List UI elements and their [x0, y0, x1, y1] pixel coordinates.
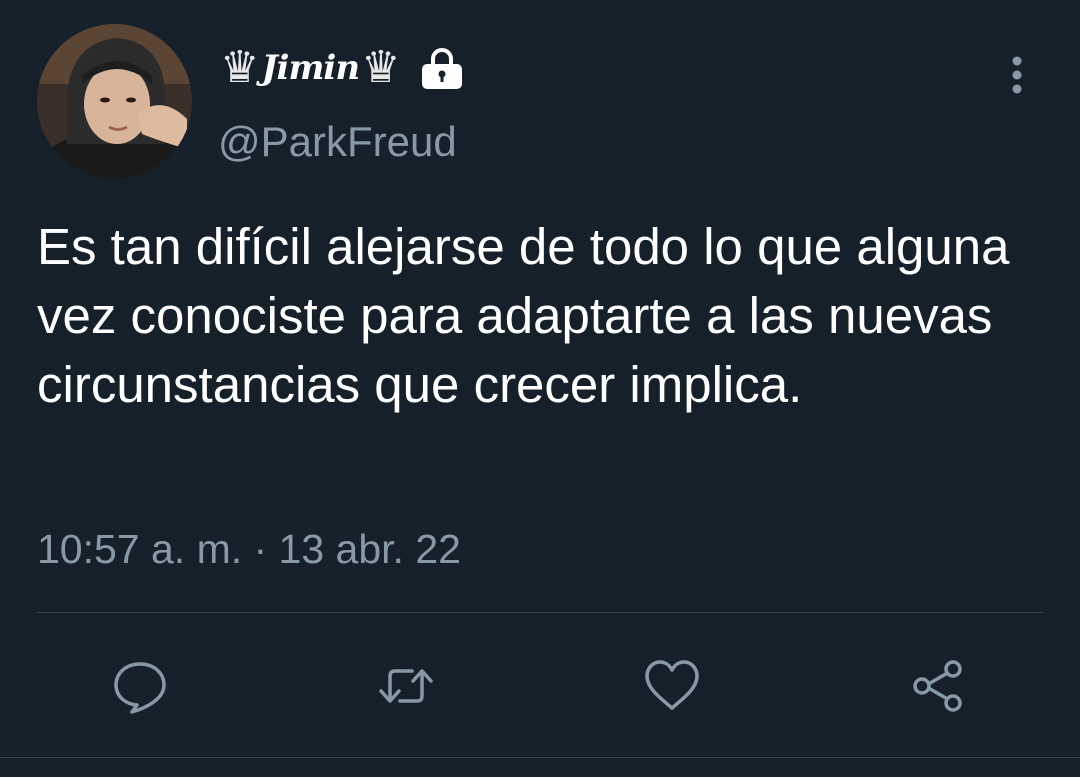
share-button[interactable] [908, 656, 968, 716]
reply-button[interactable] [110, 656, 170, 716]
display-name[interactable]: Jimin [261, 48, 360, 88]
heart-icon [645, 660, 699, 710]
retweet-icon [379, 669, 433, 703]
avatar[interactable] [37, 24, 192, 179]
bottom-divider [0, 757, 1080, 758]
share-icon [913, 660, 962, 712]
tweet-timestamp[interactable]: 10:57 a. m. · 13 abr. 22 [37, 526, 461, 573]
chess-queen-icon: ♛ [361, 42, 401, 93]
lock-icon [419, 45, 465, 91]
display-name-row[interactable]: ♛ Jimin ♛ [220, 42, 465, 94]
user-handle[interactable]: @ParkFreud [218, 118, 457, 166]
more-vertical-icon[interactable] [1006, 55, 1028, 97]
chess-queen-icon: ♛ [220, 42, 260, 93]
tweet-card: ♛ Jimin ♛ @ParkFreud Es tan difícil alej… [0, 0, 1080, 777]
retweet-button[interactable] [376, 656, 436, 716]
reply-icon [114, 662, 166, 714]
divider [37, 612, 1043, 613]
like-button[interactable] [642, 656, 702, 716]
tweet-text: Es tan difícil alejarse de todo lo que a… [37, 218, 1010, 413]
avatar-photo-icon [37, 24, 192, 179]
